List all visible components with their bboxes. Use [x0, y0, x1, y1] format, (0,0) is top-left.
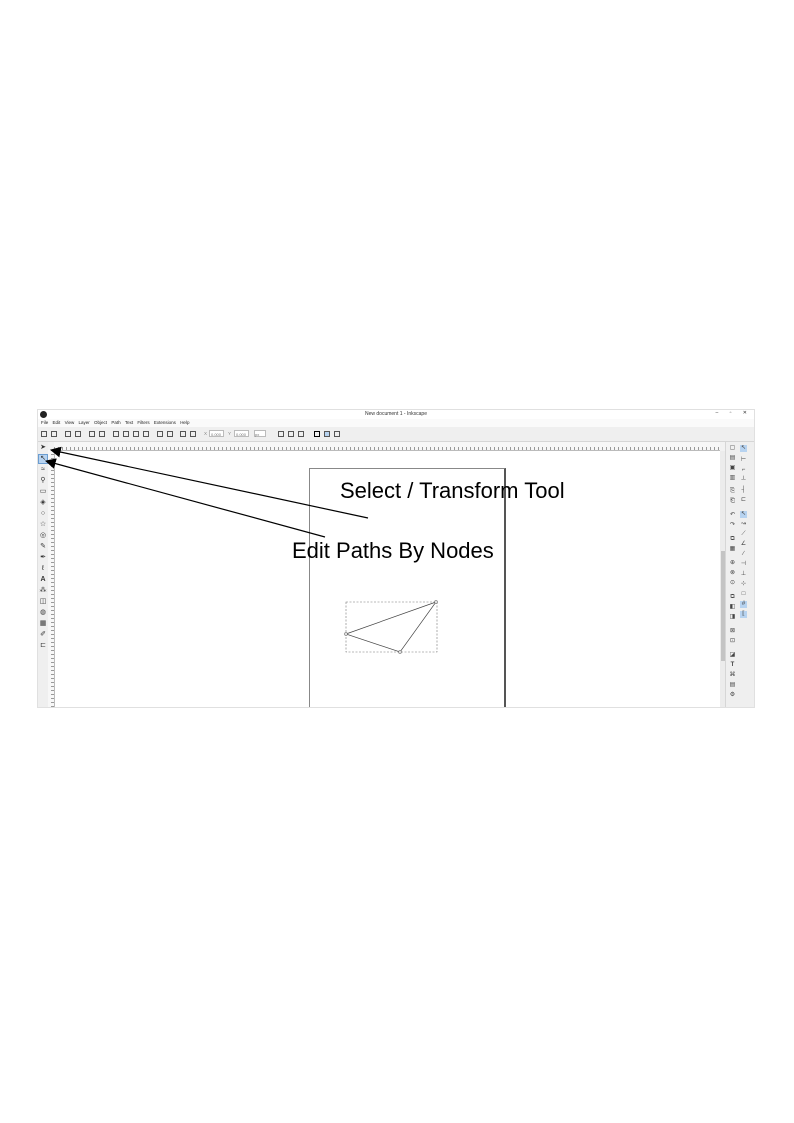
select-tool-arrow: [49, 446, 369, 519]
node-tool-arrow: [44, 458, 326, 538]
edit-paths-by-nodes-label: Edit Paths By Nodes: [292, 538, 494, 563]
select-transform-tool-label: Select / Transform Tool: [340, 478, 565, 503]
